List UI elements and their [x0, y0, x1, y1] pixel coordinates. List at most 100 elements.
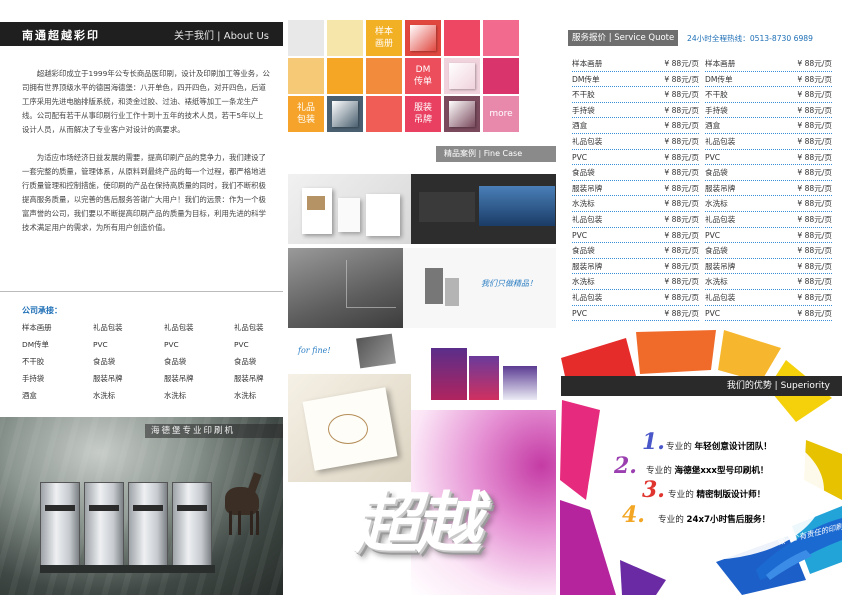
price-value: ¥ 88元/页: [797, 90, 832, 100]
company-intro: 超越彩印成立于1999年公专长商品医印刷，设计及印刷加工等业务，公司拥有世界顶级…: [22, 67, 270, 249]
price-row: DM传单 ¥ 88元/页: [572, 72, 699, 88]
price-row: PVC ¥ 88元/页: [705, 228, 832, 244]
category-tile: 礼品 包装: [288, 96, 324, 132]
press-unit: [172, 482, 212, 567]
price-value: ¥ 88元/页: [664, 59, 699, 68]
thumbnail-tile: [444, 96, 480, 132]
price-row: 服装吊牌 ¥ 88元/页: [572, 259, 699, 275]
price-value: ¥ 88元/页: [664, 168, 699, 178]
price-row: PVC ¥ 88元/页: [705, 306, 832, 322]
color-tile: [288, 20, 324, 56]
advantage-item: 1. 专业的 年轻创意设计团队！: [556, 429, 842, 457]
price-item-name: 服装吊牌: [705, 183, 736, 193]
service-item: 食品袋: [234, 357, 257, 366]
price-row: 水洗标 ¥ 88元/页: [705, 196, 832, 212]
category-tile: more: [483, 96, 519, 132]
price-item-name: 礼品包装: [705, 136, 736, 146]
tile-label: 吊牌: [413, 115, 432, 125]
price-item-name: 水洗标: [572, 277, 595, 287]
price-item-name: 酒盒: [572, 121, 588, 131]
case-caption: for fine!: [298, 346, 331, 355]
price-item-name: 礼品包装: [572, 214, 603, 224]
service-item: 酒盒: [22, 391, 37, 400]
price-value: ¥ 88元/页: [664, 136, 699, 146]
price-row: PVC ¥ 88元/页: [572, 306, 699, 322]
service-item: DM传单: [22, 340, 49, 349]
price-item-name: 样本画册: [705, 59, 736, 68]
price-item-name: 礼品包装: [705, 292, 736, 302]
service-item: 水洗标: [93, 391, 116, 400]
price-value: ¥ 88元/页: [797, 214, 832, 224]
price-value: ¥ 88元/页: [664, 214, 699, 224]
price-item-name: 水洗标: [705, 277, 728, 287]
advantage-prefix: 专业的: [658, 515, 684, 525]
service-item: 水洗标: [164, 391, 187, 400]
quote-panel: 服务报价 | Service Quote 24小时全程热线：0513-8730 …: [556, 0, 842, 595]
price-row: 样本画册 ¥ 88元/页: [705, 56, 832, 72]
price-row: 服装吊牌 ¥ 88元/页: [572, 181, 699, 197]
category-tile: 样本 画册: [366, 20, 402, 56]
price-list-right: 样本画册 ¥ 88元/页 DM传单 ¥ 88元/页 不干胶 ¥ 88元/页 手持袋 ¥ 88元…: [705, 56, 832, 322]
price-row: PVC ¥ 88元/页: [572, 228, 699, 244]
tile-label: 服装: [413, 103, 432, 113]
services-grid: 样本画册 礼品包装 礼品包装 礼品包装 DM传单 PVC PVC PVC 不干胶 食品袋 食品袋 食品…: [22, 320, 272, 403]
price-item-name: DM传单: [705, 74, 733, 84]
price-value: ¥ 88元/页: [797, 152, 832, 162]
service-item: 食品袋: [93, 357, 116, 366]
advantage-highlight: 24x7小时售后服务！: [686, 515, 771, 525]
thumbnail-tile: [444, 58, 480, 94]
advantage-text: 专业的 海德堡xxx型号印刷机！: [646, 464, 769, 476]
advantage-number: 1.: [642, 429, 665, 455]
intro-paragraph: 为适应市场经济日益发展的需要，提高印刷产品的竞争力，我们建设了一套完整的质量，管…: [22, 153, 266, 232]
case-image-gift-box: [288, 374, 411, 482]
price-value: ¥ 88元/页: [797, 183, 832, 193]
price-item-name: 食品袋: [572, 246, 595, 256]
service-item: PVC: [93, 340, 108, 349]
tile-label: 传单: [413, 77, 432, 87]
service-item: 样本画册: [22, 323, 52, 332]
case-image-notebook: [288, 248, 403, 328]
service-item: PVC: [164, 340, 179, 349]
case-caption: 我们只做精品！: [481, 279, 537, 288]
price-value: ¥ 88元/页: [797, 199, 832, 209]
price-value: ¥ 88元/页: [797, 74, 832, 84]
price-value: ¥ 88元/页: [797, 59, 832, 68]
price-item-name: DM传单: [572, 74, 600, 84]
tile-label: 样本: [374, 27, 393, 37]
tile-label: 画册: [374, 39, 393, 49]
service-item: 不干胶: [22, 357, 45, 366]
price-item-name: 服装吊牌: [572, 183, 603, 193]
price-item-name: 食品袋: [705, 168, 728, 178]
press-unit: [84, 482, 124, 567]
color-tile: [366, 58, 402, 94]
tile-label: 礼品: [296, 103, 315, 113]
service-item: 礼品包装: [164, 323, 194, 332]
price-value: ¥ 88元/页: [664, 292, 699, 302]
advantage-highlight: 海德堡xxx型号印刷机！: [674, 466, 769, 476]
price-item-name: 手持袋: [705, 105, 728, 115]
press-unit: [128, 482, 168, 567]
price-row: PVC ¥ 88元/页: [572, 150, 699, 166]
price-value: ¥ 88元/页: [797, 246, 832, 256]
price-value: ¥ 88元/页: [797, 168, 832, 178]
price-value: ¥ 88元/页: [797, 121, 832, 131]
color-tile: [327, 20, 363, 56]
price-value: ¥ 88元/页: [797, 261, 832, 271]
price-item-name: 水洗标: [705, 199, 728, 209]
advantage-item: 3. 专业的 精密制版设计师！: [556, 477, 842, 505]
price-row: PVC ¥ 88元/页: [705, 150, 832, 166]
services-title: 公司承接：: [22, 306, 62, 315]
press-unit: [40, 482, 80, 567]
price-item-name: PVC: [572, 230, 588, 240]
case-header: 精品案例 | Fine Case: [436, 146, 556, 162]
price-row: 礼品包装 ¥ 88元/页: [705, 212, 832, 228]
price-row: 服装吊牌 ¥ 88元/页: [705, 181, 832, 197]
press-base: [40, 565, 215, 573]
price-value: ¥ 88元/页: [664, 199, 699, 209]
quote-title: 服务报价 | Service Quote: [568, 30, 678, 46]
price-value: ¥ 88元/页: [664, 277, 699, 287]
advantage-item: 4. 专业的 24x7小时售后服务！: [556, 502, 842, 530]
price-row: 水洗标 ¥ 88元/页: [572, 274, 699, 290]
superiority-title: 我们的优势 | Superiority: [561, 376, 842, 396]
advantage-number: 3.: [642, 477, 665, 503]
